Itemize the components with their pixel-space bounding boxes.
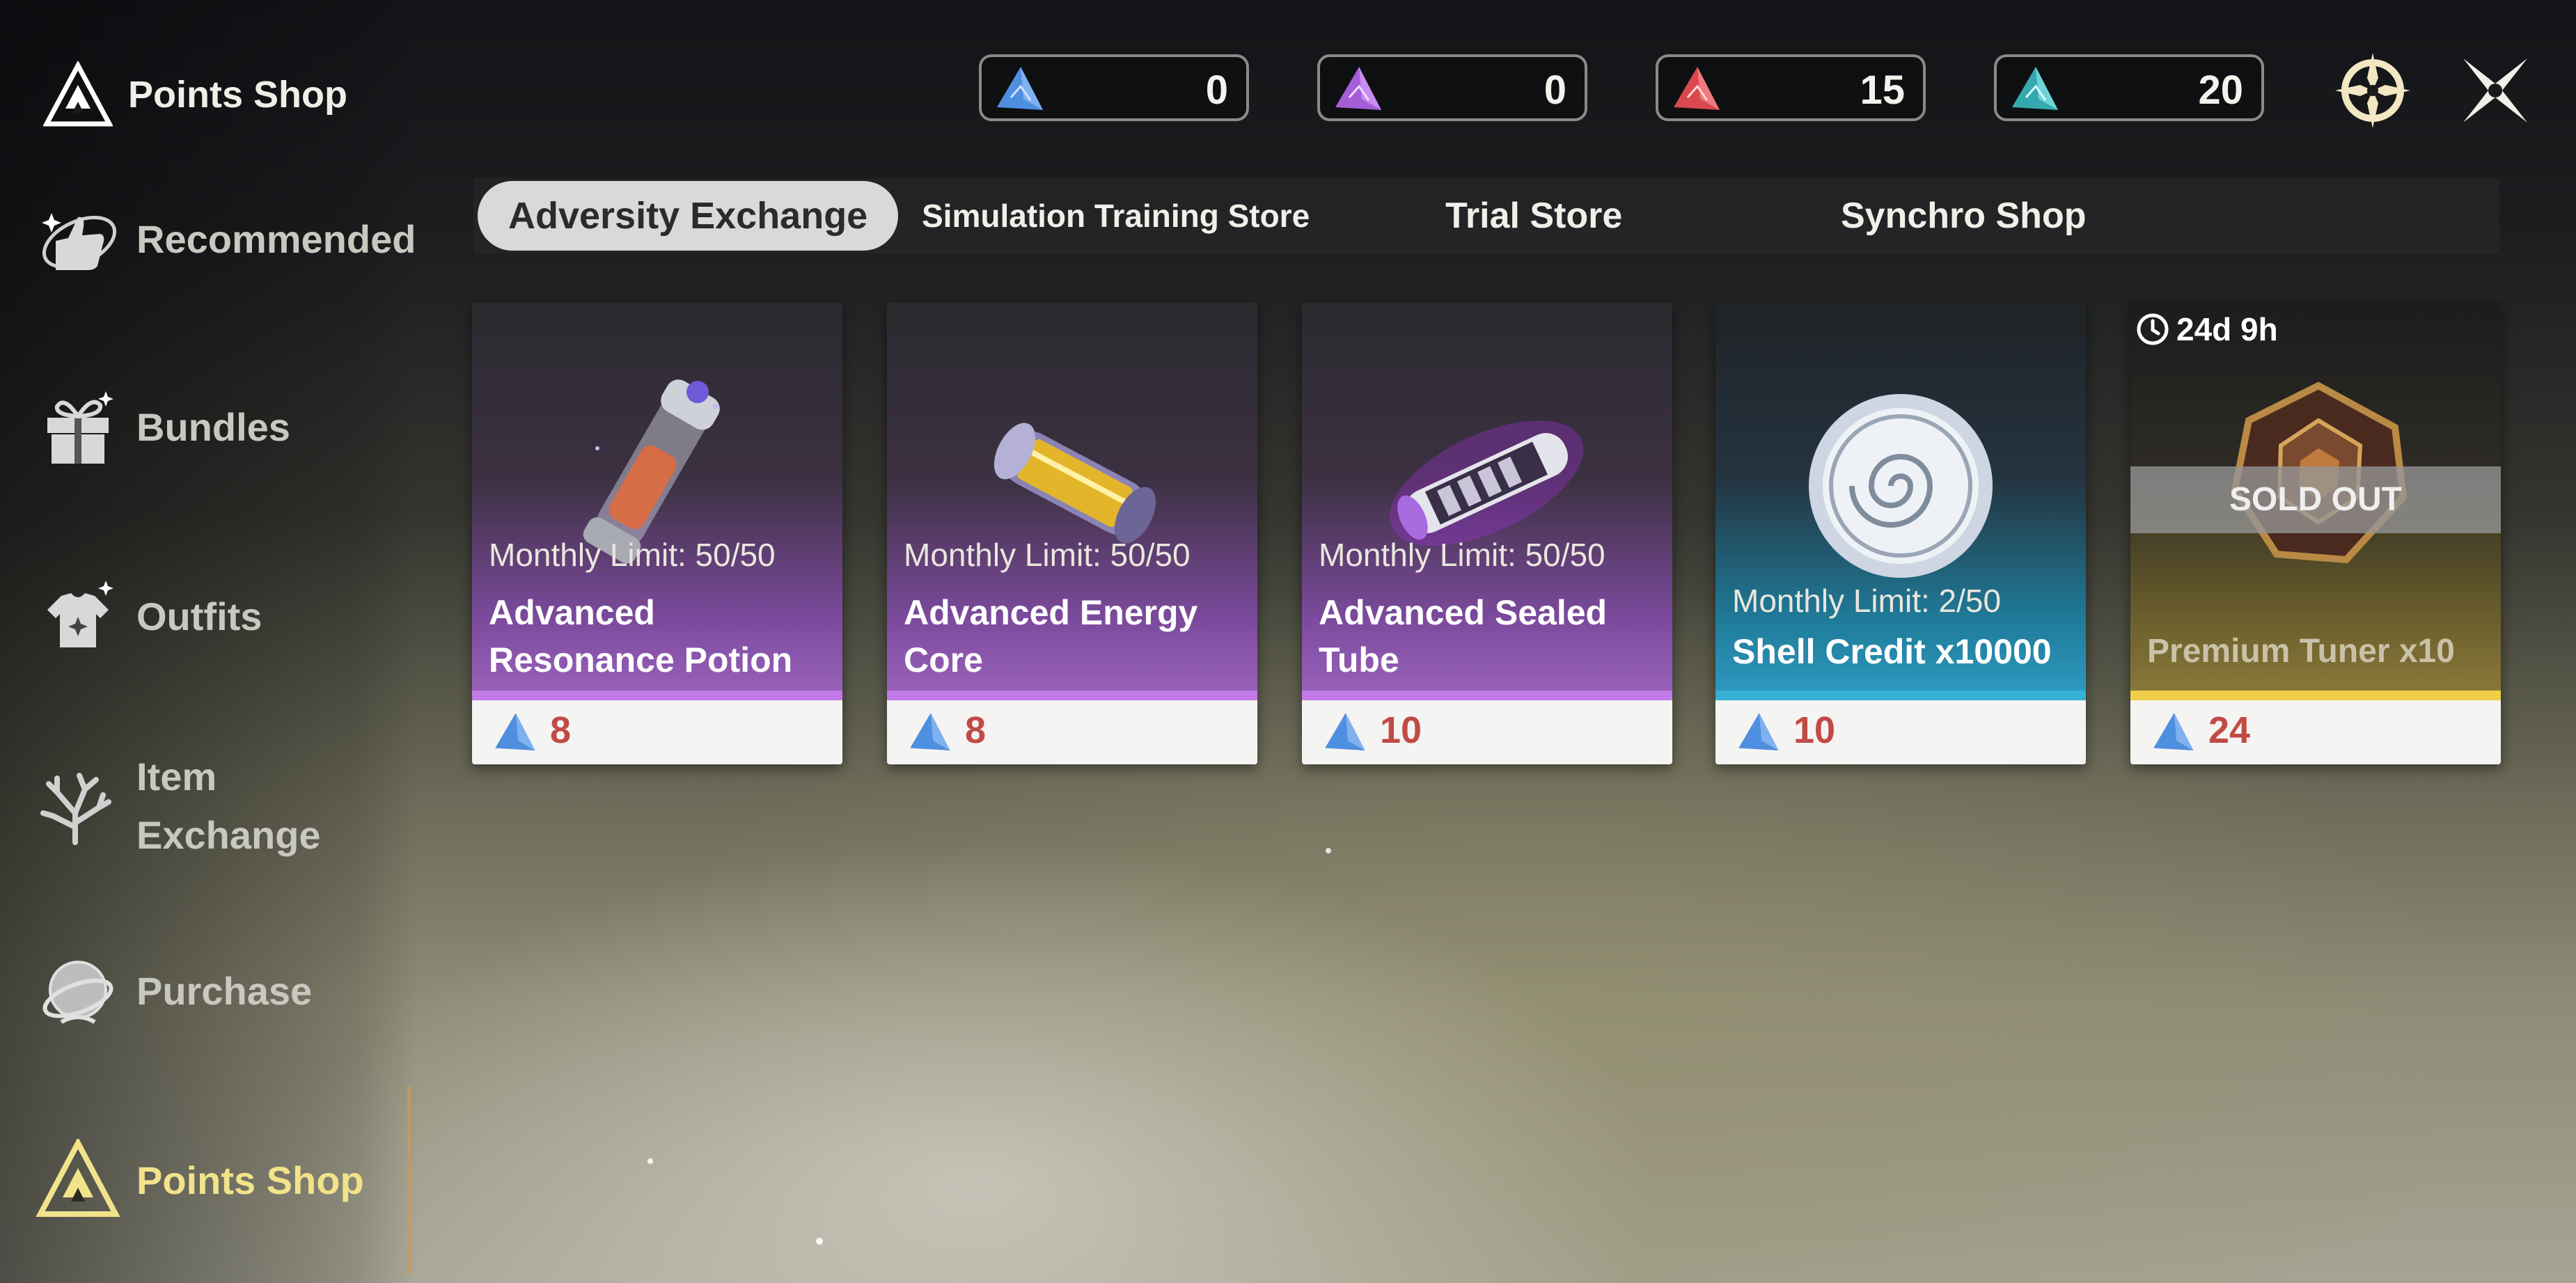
price-value: 10 xyxy=(1380,709,1422,751)
blue-triangle-icon xyxy=(2153,713,2194,751)
blue-triangle-icon xyxy=(495,713,535,751)
price-tag: 10 xyxy=(1715,700,2086,764)
monthly-limit: Monthly Limit: 50/50 xyxy=(489,537,776,573)
tab-trial-store[interactable]: Trial Store xyxy=(1445,178,1622,253)
currency-counter-red[interactable]: 15 xyxy=(1656,54,1926,121)
shop-item-card[interactable]: Monthly Limit: 50/50 Advanced Energy Core… xyxy=(887,302,1257,764)
sidebar-item-label: Recommended xyxy=(136,217,416,261)
timer-value: 24d 9h xyxy=(2176,311,2278,347)
price-value: 10 xyxy=(1793,709,1836,751)
sidebar-item-points-shop[interactable]: Points Shop xyxy=(36,1139,364,1222)
close-icon xyxy=(2463,58,2527,123)
shop-item-card[interactable]: 24d 9h SOLD OUT Premium Tuner x10 24 xyxy=(2130,302,2501,764)
currency-counter-blue[interactable]: 0 xyxy=(979,54,1249,121)
compass-icon xyxy=(2335,53,2410,128)
currency-counter-teal[interactable]: 20 xyxy=(1994,54,2264,121)
price-tag: 8 xyxy=(472,700,842,764)
currency-amount: 15 xyxy=(1860,68,1905,113)
currency-counter-purple[interactable]: 0 xyxy=(1317,54,1587,121)
points-shop-icon xyxy=(43,61,113,127)
settings-button[interactable] xyxy=(2332,50,2413,131)
monthly-limit: Monthly Limit: 50/50 xyxy=(1319,537,1605,573)
sidebar-title: Points Shop xyxy=(128,74,347,116)
rarity-bar xyxy=(1302,691,1672,700)
teal-triangle-icon xyxy=(2012,67,2058,110)
item-name: Shell Credit x10000 xyxy=(1732,632,2052,671)
price-tag: 8 xyxy=(887,700,1257,764)
tab-bar: Adversity Exchange Simulation Training S… xyxy=(473,178,2499,253)
blue-triangle-icon xyxy=(1738,713,1779,751)
price-value: 8 xyxy=(965,709,987,751)
rarity-bar xyxy=(472,691,842,700)
sidebar-item-label: Purchase xyxy=(136,969,313,1013)
sidebar-item-label: Outfits xyxy=(136,595,262,638)
sidebar-item-label: Points Shop xyxy=(136,1158,364,1202)
sparkle xyxy=(1326,848,1331,853)
shop-item-card[interactable]: Monthly Limit: 50/50 Advanced Sealed Tube… xyxy=(1302,302,1672,764)
purple-triangle-icon xyxy=(1335,67,1381,110)
sparkle xyxy=(647,1158,653,1164)
rarity-bar xyxy=(887,691,1257,700)
recommended-icon xyxy=(42,213,117,270)
tab-simulation-training-store[interactable]: Simulation Training Store xyxy=(922,178,1310,253)
blue-triangle-icon xyxy=(910,713,950,751)
price-tag: 24 xyxy=(2130,700,2501,764)
price-tag: 10 xyxy=(1302,700,1672,764)
sidebar-item-outfits[interactable]: Outfits xyxy=(36,575,262,659)
tab-synchro-shop[interactable]: Synchro Shop xyxy=(1841,178,2086,253)
item-name: Premium Tuner x10 xyxy=(2147,633,2455,670)
sold-out-badge: SOLD OUT xyxy=(2130,466,2501,533)
sidebar-item-bundles[interactable]: Bundles xyxy=(36,386,290,469)
monthly-limit: Monthly Limit: 50/50 xyxy=(904,537,1191,573)
sidebar-item-label: Bundles xyxy=(136,405,290,449)
sidebar-header: Points Shop xyxy=(43,61,347,128)
sidebar-item-recommended[interactable]: Recommended xyxy=(36,198,416,281)
item-name: Advanced Sealed Tube xyxy=(1319,593,1608,679)
active-indicator xyxy=(407,1086,411,1274)
rarity-bar xyxy=(2130,691,2501,700)
outfit-icon xyxy=(47,581,113,647)
sidebar-item-item-exchange[interactable]: Item Exchange xyxy=(36,748,345,865)
blue-triangle-icon xyxy=(997,67,1043,110)
sidebar-item-purchase[interactable]: Purchase xyxy=(36,950,312,1033)
sidebar-item-label: Item Exchange xyxy=(136,755,321,857)
price-value: 8 xyxy=(550,709,572,751)
orb-icon xyxy=(42,961,113,1024)
sidebar: Points Shop Recommended Bundles Outfits … xyxy=(0,0,418,1283)
points-shop-icon xyxy=(36,1139,120,1217)
shop-item-card[interactable]: Monthly Limit: 50/50 Advanced Resonance P… xyxy=(472,302,842,764)
tab-adversity-exchange[interactable]: Adversity Exchange xyxy=(478,181,899,251)
rarity-bar xyxy=(1715,691,2086,700)
shell-credit-icon xyxy=(1809,394,1993,578)
currency-amount: 20 xyxy=(2198,68,2243,113)
shop-item-card[interactable]: Monthly Limit: 2/50 Shell Credit x10000 … xyxy=(1715,302,2086,764)
sparkle xyxy=(816,1238,823,1245)
blue-triangle-icon xyxy=(1325,713,1365,751)
item-name: Advanced Resonance Potion xyxy=(489,593,793,679)
red-triangle-icon xyxy=(1674,67,1720,110)
gift-icon xyxy=(47,391,113,464)
item-name: Advanced Energy Core xyxy=(904,593,1198,679)
close-button[interactable] xyxy=(2455,50,2536,131)
timer: 24d 9h xyxy=(2135,310,2278,348)
price-value: 24 xyxy=(2208,709,2251,751)
coral-icon xyxy=(40,773,111,845)
currency-amount: 0 xyxy=(1205,68,1228,113)
clock-icon xyxy=(2137,313,2169,345)
currency-amount: 0 xyxy=(1544,68,1566,113)
monthly-limit: Monthly Limit: 2/50 xyxy=(1732,583,2002,619)
